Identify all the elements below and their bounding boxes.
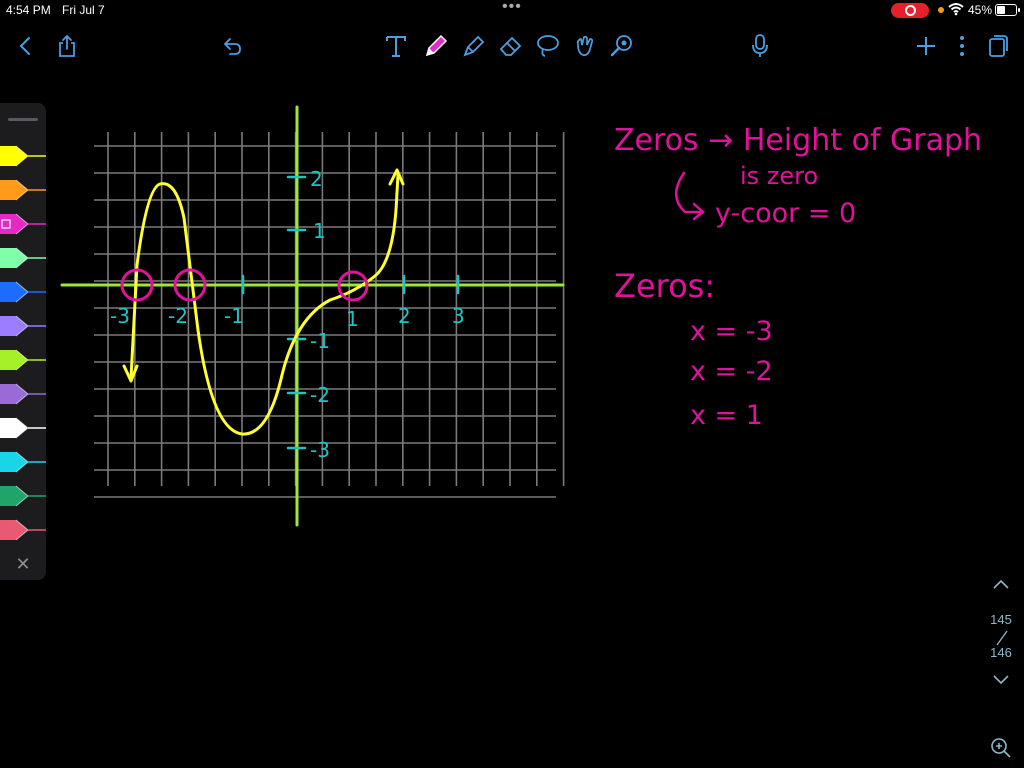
note-line-1: Zeros → Height of Graph <box>614 123 982 158</box>
pen-color-palette: ✕ <box>0 103 46 580</box>
hook-arrow <box>675 171 705 221</box>
pen-icon <box>0 179 46 201</box>
pen-icon <box>0 451 46 473</box>
close-palette-button[interactable]: ✕ <box>12 553 34 575</box>
pen-color-swatch[interactable] <box>0 313 46 339</box>
pen-color-swatch[interactable] <box>0 517 46 543</box>
note-line-2: is zero <box>740 162 818 190</box>
y-tick-label: -1 <box>310 329 330 353</box>
x-tick-label: 1 <box>346 307 359 331</box>
chevron-up-icon <box>993 579 1009 589</box>
note-canvas[interactable]: -3 -2 -1 1 2 3 2 1 -1 -2 -3 Zeros → Heig… <box>0 0 1024 768</box>
x-tick-label: -1 <box>224 304 244 328</box>
pen-icon <box>0 281 46 303</box>
total-page-count: 146 <box>990 645 1012 660</box>
pen-color-swatch[interactable] <box>0 347 46 373</box>
palette-drag-handle[interactable] <box>8 118 38 121</box>
x-tick-label: -3 <box>110 304 130 328</box>
zeros-title: Zeros: <box>614 267 715 305</box>
y-tick-label: -2 <box>310 383 330 407</box>
close-icon: ✕ <box>15 553 31 574</box>
pen-icon <box>0 145 46 167</box>
next-page-button[interactable] <box>991 674 1011 689</box>
pen-icon <box>0 485 46 507</box>
pen-color-swatch[interactable] <box>0 279 46 305</box>
pen-color-swatch[interactable] <box>0 211 46 237</box>
pen-color-swatch[interactable] <box>0 177 46 203</box>
pen-icon <box>0 417 46 439</box>
pen-color-swatch[interactable] <box>0 483 46 509</box>
x-tick-label: -2 <box>168 304 188 328</box>
pen-color-swatch[interactable] <box>0 143 46 169</box>
pen-icon <box>0 349 46 371</box>
y-tick-label: 1 <box>313 219 326 243</box>
page-navigator: 145 146 <box>985 578 1017 698</box>
pen-icon <box>0 383 46 405</box>
zoom-button[interactable] <box>989 736 1013 765</box>
y-tick-label: -3 <box>310 438 330 462</box>
current-page-number: 145 <box>990 612 1012 627</box>
zero-value-1: x = -3 <box>690 316 773 347</box>
axis-labels: -3 -2 -1 1 2 3 2 1 -1 -2 -3 <box>110 167 465 462</box>
x-tick-label: 3 <box>452 304 465 328</box>
zoom-in-icon <box>991 738 1011 758</box>
pen-color-swatch[interactable] <box>0 449 46 475</box>
zero-value-3: x = 1 <box>690 400 763 431</box>
pen-color-swatch[interactable] <box>0 381 46 407</box>
pen-icon <box>0 213 46 235</box>
pen-icon <box>0 519 46 541</box>
pen-icon <box>0 315 46 337</box>
pen-color-swatch[interactable] <box>0 415 46 441</box>
pen-icon <box>0 247 46 269</box>
y-tick-label: 2 <box>310 167 323 191</box>
chevron-down-icon <box>993 675 1009 685</box>
x-tick-label: 2 <box>398 304 411 328</box>
zero-value-2: x = -2 <box>690 356 773 387</box>
pen-color-swatch[interactable] <box>0 245 46 271</box>
note-line-3: y-coor = 0 <box>715 198 856 229</box>
handwritten-notes: Zeros → Height of Graph is zero y-coor =… <box>614 123 982 431</box>
previous-page-button[interactable] <box>991 578 1011 593</box>
